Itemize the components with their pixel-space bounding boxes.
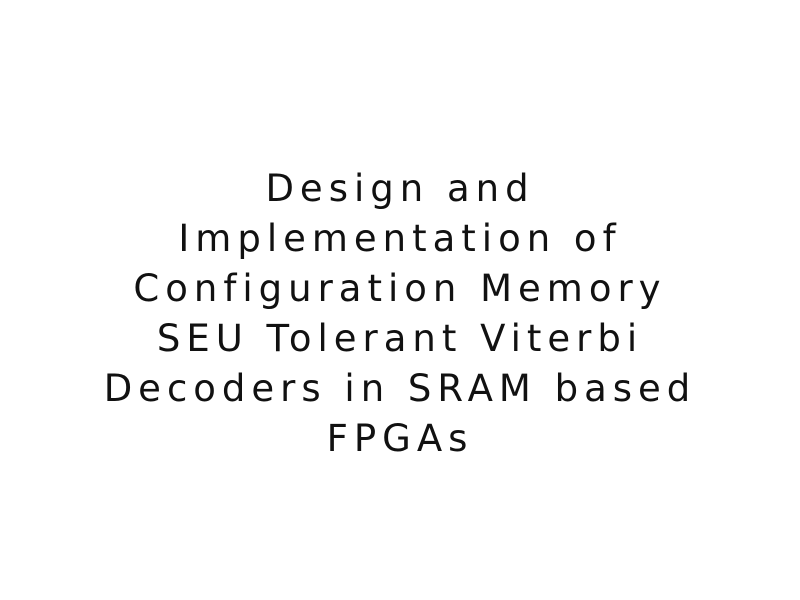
title-line: FPGAs — [326, 417, 474, 460]
document-title: Design and Implementation of Configurati… — [20, 164, 780, 464]
title-line: Configuration Memory — [133, 267, 667, 310]
title-line: Decoders in SRAM based — [103, 367, 697, 410]
title-line: SEU Tolerant Viterbi — [156, 317, 644, 360]
title-line: Implementation of — [178, 217, 622, 260]
title-line: Design and — [265, 167, 535, 210]
document-page: Design and Implementation of Configurati… — [0, 0, 800, 600]
